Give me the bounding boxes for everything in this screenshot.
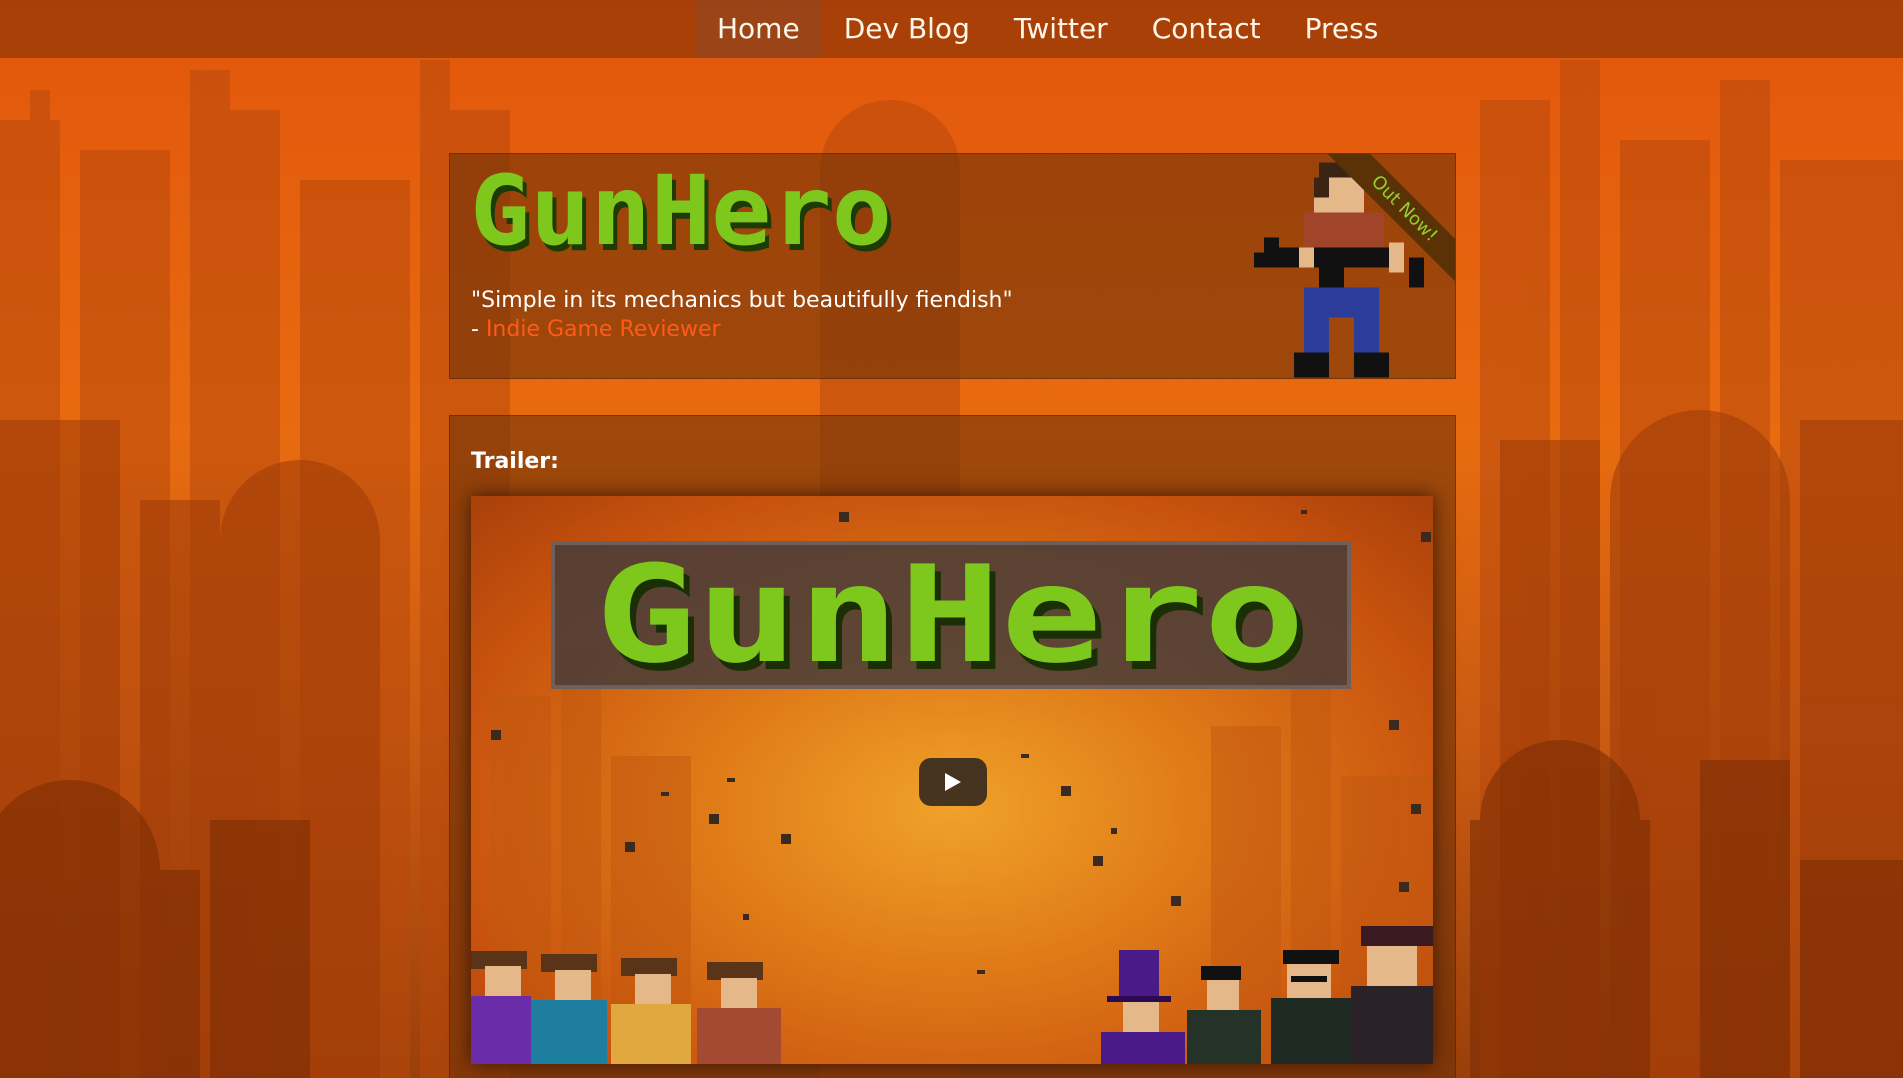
nav-item-contact[interactable]: Contact <box>1130 0 1283 58</box>
trailer-panel: Trailer: GunHero GunHero <box>449 415 1456 1078</box>
svg-text:GunHero: GunHero <box>470 172 892 264</box>
nav-list: Home Dev Blog Twitter Contact Press <box>695 0 1400 58</box>
video-gunhero-logo: GunHero GunHero <box>595 553 1311 681</box>
nav-item-press[interactable]: Press <box>1283 0 1401 58</box>
gunhero-logo: GunHero GunHero <box>470 172 896 264</box>
reviewer-link[interactable]: Indie Game Reviewer <box>486 317 721 342</box>
video-title-card: GunHero GunHero <box>551 541 1351 689</box>
header-panel: GunHero GunHero "Simple in its mechanics… <box>449 153 1456 379</box>
trailer-video-embed[interactable]: GunHero GunHero <box>471 496 1433 1064</box>
play-icon <box>945 773 961 791</box>
nav-item-home[interactable]: Home <box>695 0 822 58</box>
attribution-prefix: - <box>471 317 486 342</box>
svg-text:GunHero: GunHero <box>595 553 1305 681</box>
top-navbar: Home Dev Blog Twitter Contact Press <box>0 0 1903 58</box>
nav-item-twitter[interactable]: Twitter <box>992 0 1130 58</box>
trailer-heading: Trailer: <box>471 449 559 474</box>
review-attribution: - Indie Game Reviewer <box>471 317 721 342</box>
video-play-button[interactable] <box>919 758 987 806</box>
nav-item-dev-blog[interactable]: Dev Blog <box>822 0 992 58</box>
review-quote: "Simple in its mechanics but beautifully… <box>471 288 1013 313</box>
